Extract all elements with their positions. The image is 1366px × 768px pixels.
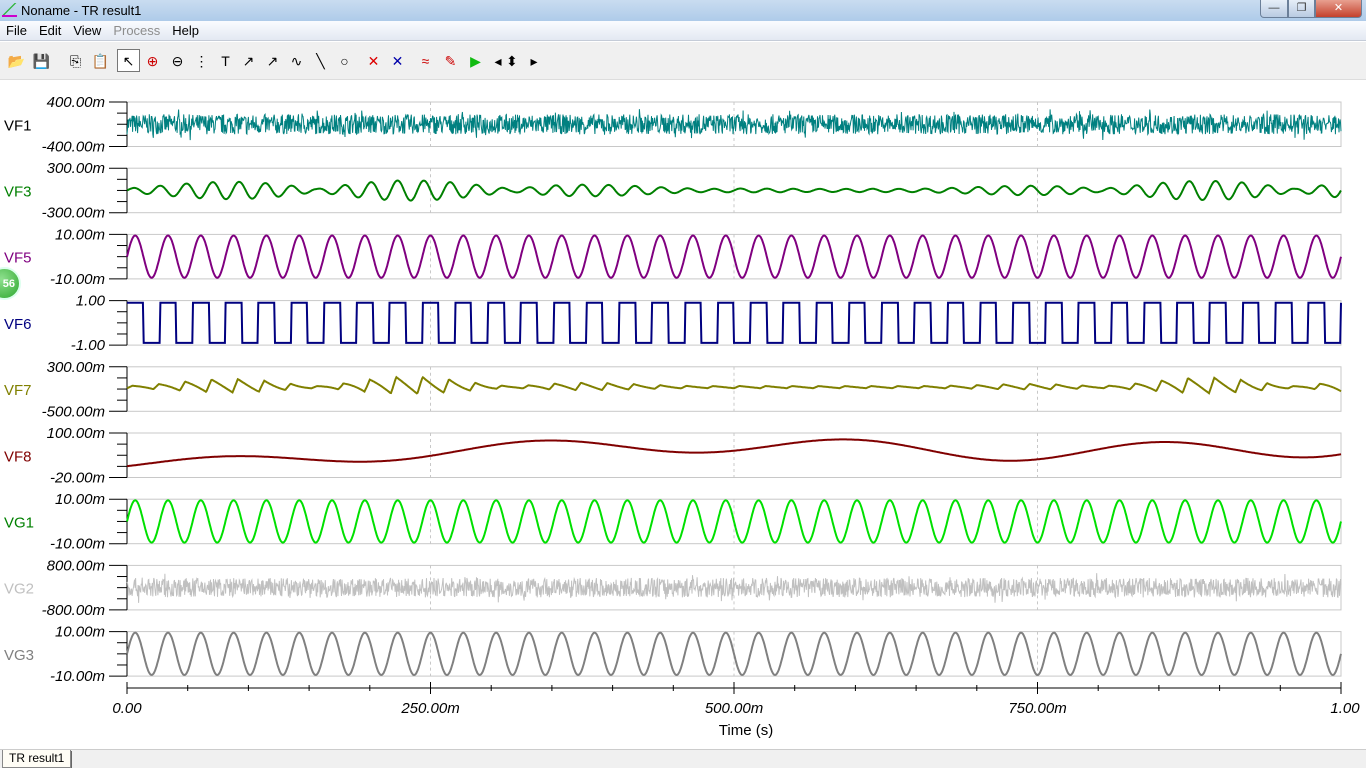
minimize-button[interactable]: — <box>1260 0 1288 18</box>
y-min-label: -800.00m <box>42 602 105 619</box>
up-down-arrow-icon[interactable]: ⬍ <box>505 49 518 72</box>
cursor-a-icon[interactable]: ✕ <box>362 49 385 72</box>
y-min-label: -400.00m <box>42 139 105 156</box>
label-query-icon[interactable]: ↗ <box>261 49 284 72</box>
window-title: Noname - TR result1 <box>21 3 142 18</box>
series-label-vf1[interactable]: VF1 <box>4 117 32 134</box>
y-min-label: -20.00m <box>50 470 105 487</box>
menu-bar: File Edit View Process Help <box>0 21 1366 41</box>
x-tick-label: 0.00 <box>112 700 142 717</box>
circle-icon[interactable]: ○ <box>333 49 356 72</box>
zoom-100-icon[interactable]: ⊖ <box>166 49 189 72</box>
panel-vf5: 10.00m -10.00m VF5 <box>4 226 1342 288</box>
curve-label-icon[interactable]: ∿ <box>285 49 308 72</box>
menu-process[interactable]: Process <box>107 21 166 38</box>
trace-vf3[interactable] <box>126 179 1342 202</box>
pointer-icon[interactable]: ↖ <box>117 49 140 72</box>
left-arrow-icon[interactable]: ◂ <box>492 49 504 72</box>
transient-chart[interactable]: 400.00m -400.00m VF1 300.00m -300.00m VF3 10.0… <box>0 80 1366 749</box>
series-label-vf3[interactable]: VF3 <box>4 183 32 200</box>
right-arrow-icon[interactable]: ▸ <box>528 49 540 72</box>
y-max-label: 10.00m <box>55 624 105 641</box>
y-max-label: 10.00m <box>55 226 105 243</box>
zoom-in-icon[interactable]: ⊕ <box>141 49 164 72</box>
panel-vg2: 800.00m -800.00m VG2 <box>4 557 1342 619</box>
text-icon[interactable]: T <box>214 49 237 72</box>
panel-vf7: 300.00m -500.00m VF7 <box>4 359 1342 420</box>
copy-icon[interactable]: ⎘ <box>64 49 87 72</box>
tab-bar: TR result1 <box>0 749 1366 768</box>
grid-icon[interactable]: ⋮ <box>190 49 213 72</box>
panel-vf8: 100.00m -20.00m VF8 <box>4 425 1342 487</box>
y-min-label: -10.00m <box>50 668 105 685</box>
panel-vf3: 300.00m -300.00m VF3 <box>4 160 1342 222</box>
series-label-vf7[interactable]: VF7 <box>4 382 32 399</box>
y-max-label: 1.00 <box>76 293 106 310</box>
series-label-vg2[interactable]: VG2 <box>4 581 34 598</box>
y-min-label: -500.00m <box>42 403 105 420</box>
menu-help[interactable]: Help <box>166 21 205 38</box>
menu-edit[interactable]: Edit <box>33 21 67 38</box>
series-label-vf5[interactable]: VF5 <box>4 250 32 267</box>
x-axis-label: Time (s) <box>719 722 773 739</box>
y-min-label: -300.00m <box>42 205 105 222</box>
series-label-vf8[interactable]: VF8 <box>4 448 32 465</box>
tab-tr-result1[interactable]: TR result1 <box>2 750 72 768</box>
trace-vf6[interactable] <box>127 301 1342 344</box>
y-max-label: 10.00m <box>55 491 105 508</box>
y-min-label: -1.00 <box>71 337 106 354</box>
add-curve-icon[interactable]: ≈ <box>414 49 437 72</box>
menu-file[interactable]: File <box>0 21 33 38</box>
panel-vg1: 10.00m -10.00m VG1 <box>4 491 1342 553</box>
paste-icon[interactable]: 📋 <box>89 49 112 72</box>
app-icon <box>2 3 17 17</box>
cursor-b-icon[interactable]: ✕ <box>386 49 409 72</box>
run-icon[interactable]: ▶ <box>464 49 487 72</box>
line-icon[interactable]: ╲ <box>309 49 332 72</box>
toolbar: 📂 💾 ⎘ 📋 ↖ ⊕ ⊖ ⋮ T ↗ ↗ ∿ ╲ ○ ✕ ✕ ≈ ✎ ▶ ◂ ⬍ ▸ <box>0 42 1366 80</box>
y-min-label: -10.00m <box>50 536 105 553</box>
probe-icon[interactable]: ✎ <box>439 49 462 72</box>
series-label-vg3[interactable]: VG3 <box>4 647 34 664</box>
label-arrow-icon[interactable]: ↗ <box>237 49 260 72</box>
panel-vf1: 400.00m -400.00m VF1 <box>4 94 1342 156</box>
panel-vg3: 10.00m -10.00m VG3 <box>4 624 1342 685</box>
open-icon[interactable]: 📂 <box>5 49 28 72</box>
y-max-label: 400.00m <box>47 94 105 111</box>
y-min-label: -10.00m <box>50 271 105 288</box>
restore-button[interactable]: ❐ <box>1288 0 1315 18</box>
close-button[interactable]: ✕ <box>1315 0 1362 18</box>
y-max-label: 100.00m <box>47 425 105 442</box>
y-max-label: 800.00m <box>47 557 105 574</box>
x-tick-label: 1.00 <box>1330 700 1360 717</box>
title-bar: Noname - TR result1 — ❐ ✕ <box>0 0 1366 21</box>
panel-vf6: 1.00 -1.00 VF6 <box>4 293 1342 354</box>
save-icon[interactable]: 💾 <box>30 49 53 72</box>
y-max-label: 300.00m <box>47 160 105 177</box>
series-label-vg1[interactable]: VG1 <box>4 514 34 531</box>
y-max-label: 300.00m <box>47 359 105 376</box>
x-tick-label: 750.00m <box>1008 700 1066 717</box>
series-label-vf6[interactable]: VF6 <box>4 316 32 333</box>
x-tick-label: 250.00m <box>400 700 459 717</box>
menu-view[interactable]: View <box>67 21 107 38</box>
trace-vf1[interactable] <box>126 109 1342 141</box>
x-tick-label: 500.00m <box>705 700 763 717</box>
